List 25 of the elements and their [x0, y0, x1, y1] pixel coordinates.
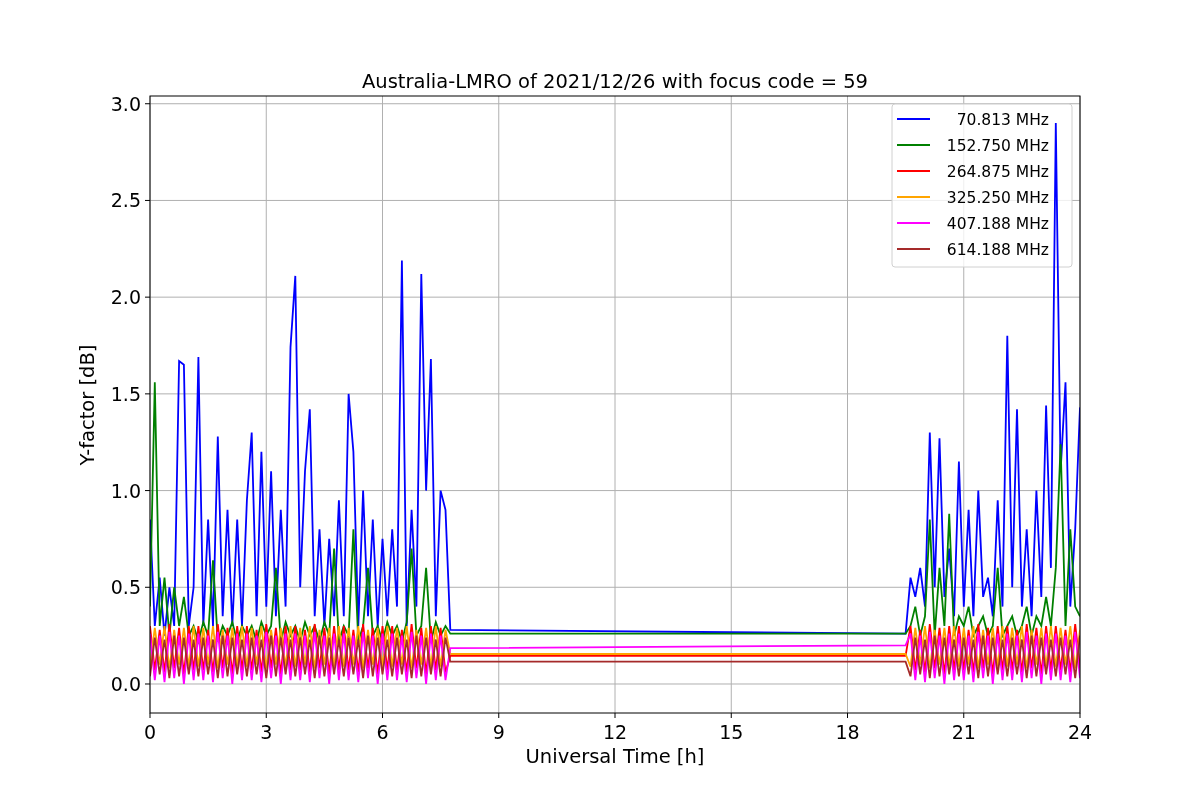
x-tick-label: 21 [951, 721, 976, 743]
legend-label: 407.188 MHz [946, 215, 1049, 233]
x-axis-label: Universal Time [h] [525, 745, 705, 768]
legend-label: 614.188 MHz [946, 241, 1049, 259]
x-tick-label: 15 [719, 721, 744, 743]
legend-label: 152.750 MHz [946, 137, 1049, 155]
y-tick-label: 0.0 [110, 673, 141, 695]
y-axis-label: Y-factor [dB] [76, 344, 99, 466]
legend-label: 325.250 MHz [946, 189, 1049, 207]
x-tick-label: 18 [835, 721, 860, 743]
x-tick-label: 6 [376, 721, 389, 743]
y-tick-label: 2.0 [110, 286, 141, 309]
legend-label: 70.813 MHz [956, 111, 1049, 129]
y-tick-label: 1.0 [110, 479, 141, 502]
y-tick-label: 2.5 [110, 189, 141, 212]
x-tick-label: 24 [1067, 721, 1093, 743]
legend-label: 264.875 MHz [946, 163, 1049, 181]
y-tick-label: 3.0 [110, 92, 141, 115]
y-tick-label: 0.5 [110, 576, 141, 599]
x-tick-label: 12 [602, 721, 628, 743]
chart-title: Australia-LMRO of 2021/12/26 with focus code = 59 [362, 70, 868, 93]
y-tick-label: 1.5 [110, 382, 141, 405]
x-tick-label: 9 [492, 721, 505, 743]
x-tick-label: 0 [143, 721, 157, 743]
x-tick-label: 3 [260, 721, 273, 743]
